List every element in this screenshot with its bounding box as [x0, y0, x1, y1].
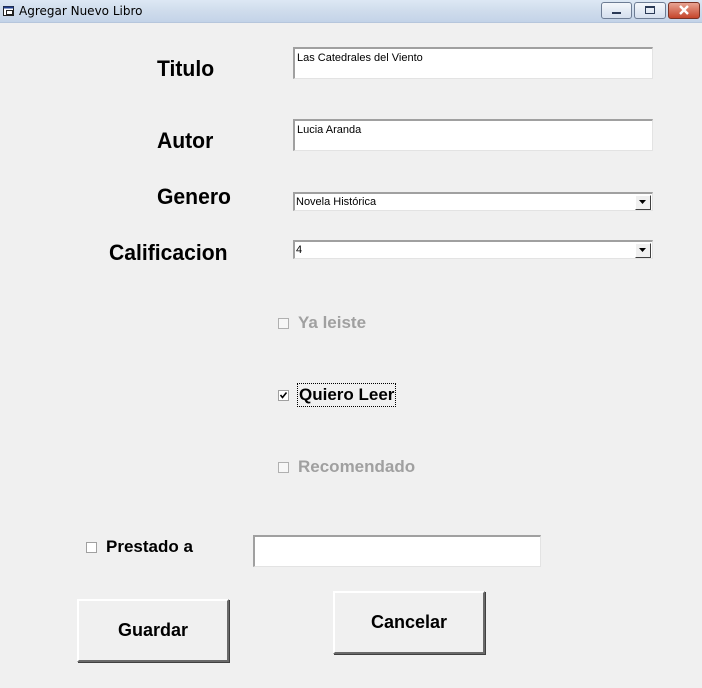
cancelar-button[interactable]: Cancelar [333, 591, 485, 654]
recomendado-checkbox[interactable] [278, 462, 289, 473]
calificacion-select[interactable]: 4 [293, 240, 653, 259]
checkmark-icon [279, 392, 288, 399]
window-title: Agregar Nuevo Libro [19, 4, 143, 18]
quiero-leer-label[interactable]: Quiero Leer [296, 383, 397, 407]
maximize-icon [645, 6, 655, 14]
genero-dropdown-button[interactable] [635, 195, 651, 210]
prestado-label[interactable]: Prestado a [106, 537, 193, 557]
autor-input[interactable]: Lucia Aranda [293, 119, 653, 151]
calificacion-select-value: 4 [296, 244, 303, 256]
genero-select[interactable]: Novela Histórica [293, 192, 653, 211]
minimize-icon [612, 12, 621, 14]
title-bar[interactable]: Agregar Nuevo Libro [0, 0, 702, 23]
titulo-label: Titulo [157, 56, 215, 81]
ya-leiste-checkbox[interactable] [278, 318, 289, 329]
prestado-checkbox[interactable] [86, 542, 97, 553]
guardar-button[interactable]: Guardar [77, 599, 229, 662]
genero-label: Genero [157, 184, 231, 209]
maximize-button[interactable] [634, 2, 666, 19]
close-button[interactable] [668, 2, 700, 19]
close-icon [679, 5, 689, 15]
quiero-leer-checkbox[interactable] [278, 390, 289, 401]
prestado-input[interactable] [253, 535, 541, 567]
recomendado-label[interactable]: Recomendado [298, 457, 415, 477]
minimize-button[interactable] [601, 2, 632, 19]
calificacion-dropdown-button[interactable] [635, 243, 651, 258]
chevron-down-icon [639, 248, 646, 252]
calificacion-label: Calificacion [109, 240, 228, 265]
genero-select-value: Novela Histórica [296, 196, 377, 208]
chevron-down-icon [639, 200, 646, 204]
ya-leiste-label[interactable]: Ya leiste [298, 313, 366, 333]
app-icon [3, 6, 14, 16]
titulo-input[interactable]: Las Catedrales del Viento [293, 47, 653, 79]
autor-label: Autor [157, 128, 214, 153]
